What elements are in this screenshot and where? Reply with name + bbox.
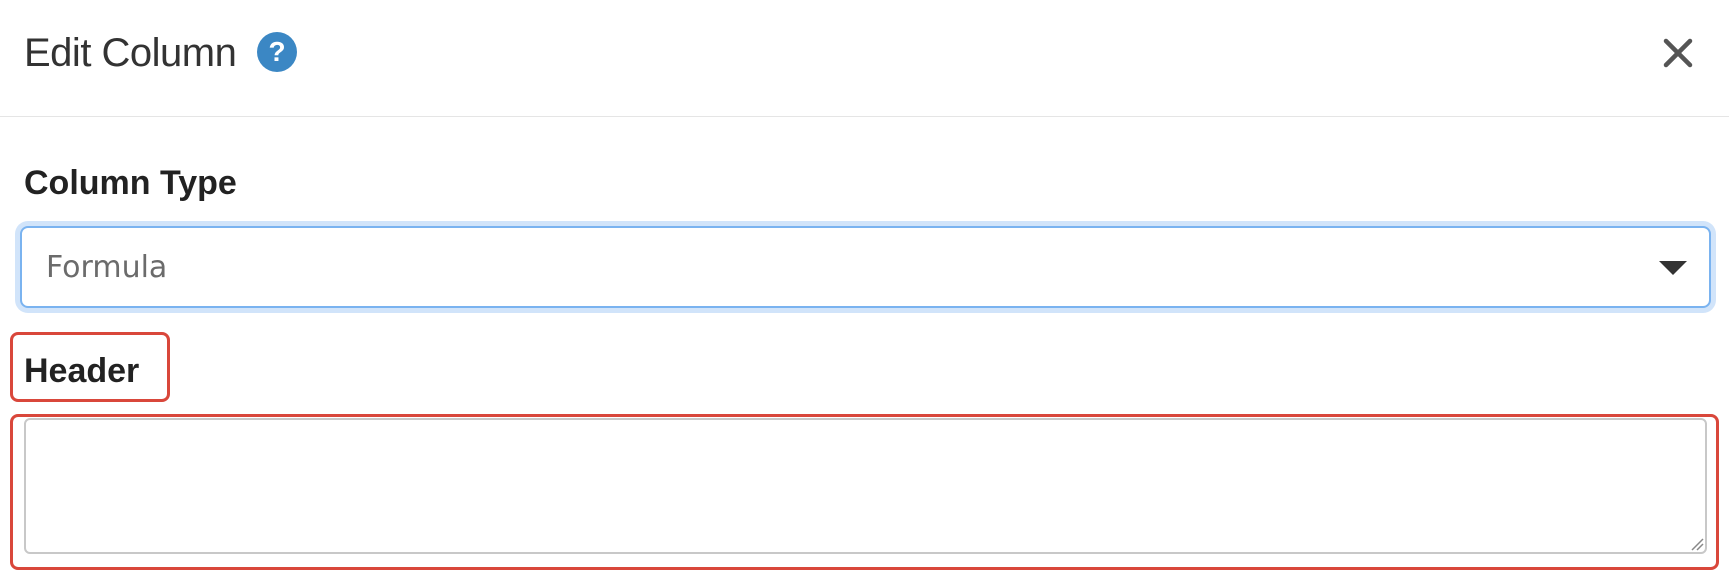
close-button[interactable]: [1652, 30, 1702, 80]
dialog-header: Edit Column ?: [0, 0, 1729, 117]
header-textarea[interactable]: [24, 418, 1707, 554]
header-label: Header: [24, 352, 140, 390]
dialog-title: Edit Column: [24, 31, 237, 75]
caret-down-icon: [1659, 261, 1687, 275]
column-type-select[interactable]: Formula: [20, 226, 1711, 308]
column-type-label: Column Type: [24, 164, 237, 202]
edit-column-dialog: Edit Column ? Column Type Formula Header: [0, 0, 1729, 586]
resize-grip-icon[interactable]: [1688, 535, 1704, 551]
close-icon: [1663, 38, 1693, 68]
column-type-selected-value: Formula: [46, 250, 168, 285]
help-icon[interactable]: ?: [257, 32, 297, 72]
